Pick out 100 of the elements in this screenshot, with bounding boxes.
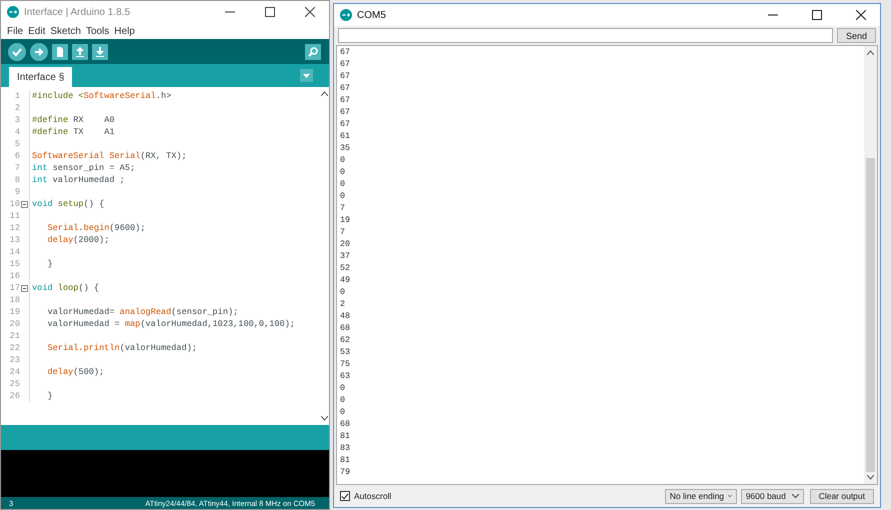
line-number: 17 — [8, 283, 20, 293]
code-line: valorHumedad= analogRead(sensor_pin); — [46, 307, 238, 317]
app-logo-icon — [340, 9, 352, 21]
line-number: 3 — [14, 115, 20, 125]
line-number: 21 — [8, 331, 20, 341]
line-number: 1 — [14, 91, 20, 101]
output-line: 7 — [340, 226, 346, 238]
output-line: 0 — [340, 286, 346, 298]
output-line: 67 — [340, 46, 352, 58]
menu-item[interactable]: Edit — [28, 26, 46, 36]
output-line: 67 — [340, 58, 352, 70]
code-line: #include <SoftwareSerial.h> — [32, 91, 172, 101]
fold-icon[interactable] — [21, 284, 28, 292]
line-number: 16 — [8, 271, 20, 281]
fold-icon[interactable] — [21, 200, 28, 208]
code-line: #define RX A0 — [32, 115, 115, 125]
menu-item[interactable]: Help — [114, 26, 135, 36]
output-line: 68 — [340, 322, 352, 334]
code-line: delay(500); — [46, 367, 104, 377]
output-line: 61 — [340, 130, 352, 142]
line-number: 9 — [14, 187, 20, 197]
editor-tab[interactable]: Interface § — [9, 67, 72, 87]
send-button[interactable]: Send — [836, 28, 876, 43]
output-line: 67 — [340, 118, 352, 130]
output-line: 67 — [340, 106, 352, 118]
line-number: 11 — [8, 211, 20, 221]
verify-icon[interactable] — [8, 42, 26, 60]
line-number: 14 — [8, 247, 20, 257]
upload-icon[interactable] — [30, 42, 48, 60]
output-line: 67 — [340, 94, 352, 106]
window-title: COM5 — [357, 10, 386, 20]
scroll-up-icon[interactable] — [321, 91, 328, 96]
output-line: 2 — [340, 298, 346, 310]
output-line: 37 — [340, 250, 352, 262]
caret-icon — [792, 494, 799, 498]
line-number: 24 — [8, 367, 20, 377]
close-icon[interactable] — [305, 7, 315, 17]
output-line: 0 — [340, 166, 346, 178]
line-number: 5 — [14, 139, 20, 149]
maximize-icon[interactable] — [265, 7, 275, 17]
output-line: 67 — [340, 82, 352, 94]
line-number: 7 — [14, 163, 20, 173]
new-file-icon[interactable] — [52, 44, 68, 60]
maximize-icon[interactable] — [812, 10, 822, 20]
output-line: 0 — [340, 382, 346, 394]
line-number: 15 — [8, 259, 20, 269]
menu-item[interactable]: File — [7, 26, 24, 36]
search-icon[interactable] — [305, 44, 321, 60]
line-number: 19 — [8, 307, 20, 317]
code-line: } — [46, 259, 53, 269]
code-line: int sensor_pin = A5; — [32, 163, 136, 173]
line-ending-dropdown[interactable]: No line ending — [664, 488, 737, 504]
scroll-down-icon[interactable] — [321, 416, 328, 421]
line-number: 12 — [8, 223, 20, 233]
output-line: 49 — [340, 274, 352, 286]
menu-item[interactable]: Sketch — [50, 26, 81, 36]
output-line: 67 — [340, 70, 352, 82]
output-line: 53 — [340, 346, 352, 358]
autoscroll-label: Autoscroll — [354, 491, 392, 501]
line-number: 2 — [14, 103, 20, 113]
scroll-up-icon[interactable] — [867, 50, 874, 55]
output-line: 19 — [340, 214, 352, 226]
line-number: 13 — [8, 235, 20, 245]
output-line: 62 — [340, 334, 352, 346]
autoscroll-checkbox[interactable] — [340, 491, 350, 501]
code-line: void loop() { — [32, 283, 100, 293]
line-number: 23 — [8, 355, 20, 365]
output-line: 81 — [340, 430, 352, 442]
code-line: delay(2000); — [46, 235, 110, 245]
scroll-thumb[interactable] — [866, 158, 875, 472]
output-line: 75 — [340, 358, 352, 370]
code-line: void setup() { — [32, 199, 104, 209]
output-line: 52 — [340, 262, 352, 274]
code-line: SoftwareSerial Serial(RX, TX); — [32, 151, 187, 161]
caret-icon — [728, 494, 732, 498]
baud-dropdown[interactable]: 9600 baud — [740, 488, 804, 504]
code-line: } — [46, 391, 53, 401]
input-field[interactable] — [338, 28, 833, 43]
output-line: 0 — [340, 406, 346, 418]
code-line: valorHumedad = map(valorHumedad,1023,100,0,100); — [46, 319, 296, 329]
scroll-down-icon[interactable] — [867, 475, 874, 480]
window-title: Interface | Arduino 1.8.5 — [24, 6, 130, 18]
menu-item[interactable]: Tools — [86, 26, 110, 36]
clear-output-button[interactable]: Clear output — [810, 488, 874, 504]
output-line: 7 — [340, 202, 346, 214]
code-line: Serial.println(valorHumedad); — [46, 343, 198, 353]
output-line: 79 — [340, 466, 352, 478]
output-line: 83 — [340, 442, 352, 454]
output-line: 35 — [340, 142, 352, 154]
line-number: 26 — [8, 391, 20, 401]
line-number: 25 — [8, 379, 20, 389]
code-line: Serial.begin(9600); — [46, 223, 146, 233]
line-number: 22 — [8, 343, 20, 353]
line-number: 20 — [8, 319, 20, 329]
code-line: int valorHumedad ; — [32, 175, 125, 185]
line-number: 8 — [14, 175, 20, 185]
output-line: 68 — [340, 418, 352, 430]
output-line: 63 — [340, 370, 352, 382]
close-icon[interactable] — [856, 10, 866, 20]
output-line: 81 — [340, 454, 352, 466]
